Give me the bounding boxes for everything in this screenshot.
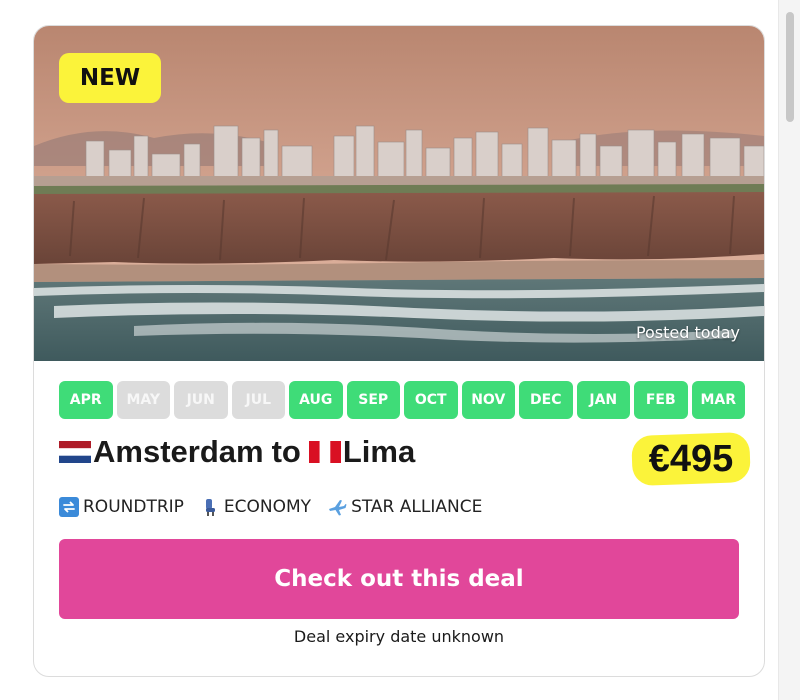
peru-flag-icon [308,441,341,463]
roundtrip-icon [59,497,79,517]
posted-date: Posted today [635,323,740,342]
check-deal-button[interactable]: Check out this deal [59,539,739,619]
deal-card[interactable]: NEW Posted today APR MAY JUN JUL AUG SEP OCT NO… [33,25,765,677]
travel-months: APR MAY JUN JUL AUG SEP OCT NOV DEC JAN FEB MAR [59,381,762,419]
month-chip-jan: JAN [576,381,630,419]
deal-features: ROUNDTRIP ECONOMY STAR ALLIANCE [59,497,482,517]
seat-icon [205,499,215,516]
month-chip-jul: JUL [231,381,285,419]
new-badge: NEW [59,53,161,103]
feature-label: ECONOMY [223,497,312,517]
month-chip-apr: APR [59,381,113,419]
feature-economy: ECONOMY [200,497,311,517]
origin-city: Amsterdam [93,434,264,469]
route-title[interactable]: Amsterdam to Lima [59,434,415,470]
month-chip-sep: SEP [346,381,400,419]
price: €495 [648,437,734,480]
price-tag: €495 [631,430,751,488]
month-chip-feb: FEB [634,381,688,419]
route-connector: to [271,434,301,469]
netherlands-flag-icon [59,441,91,463]
destination-photo[interactable]: NEW Posted today [34,26,764,361]
month-chip-oct: OCT [404,381,458,419]
scrollbar-thumb[interactable] [786,12,794,122]
expiry-note: Deal expiry date unknown [293,627,505,646]
airplane-icon [329,500,347,516]
page-scrollbar[interactable] [778,0,800,700]
feature-label: STAR ALLIANCE [351,497,483,517]
month-chip-dec: DEC [519,381,573,419]
month-chip-jun: JUN [174,381,228,419]
month-chip-aug: AUG [289,381,343,419]
month-chip-mar: MAR [691,381,745,419]
destination-city: Lima [342,434,416,469]
month-chip-nov: NOV [461,381,515,419]
feature-label: ROUNDTRIP [83,497,184,517]
month-chip-may: MAY [116,381,170,419]
feature-roundtrip: ROUNDTRIP [59,497,184,517]
feature-alliance: STAR ALLIANCE [327,497,482,517]
